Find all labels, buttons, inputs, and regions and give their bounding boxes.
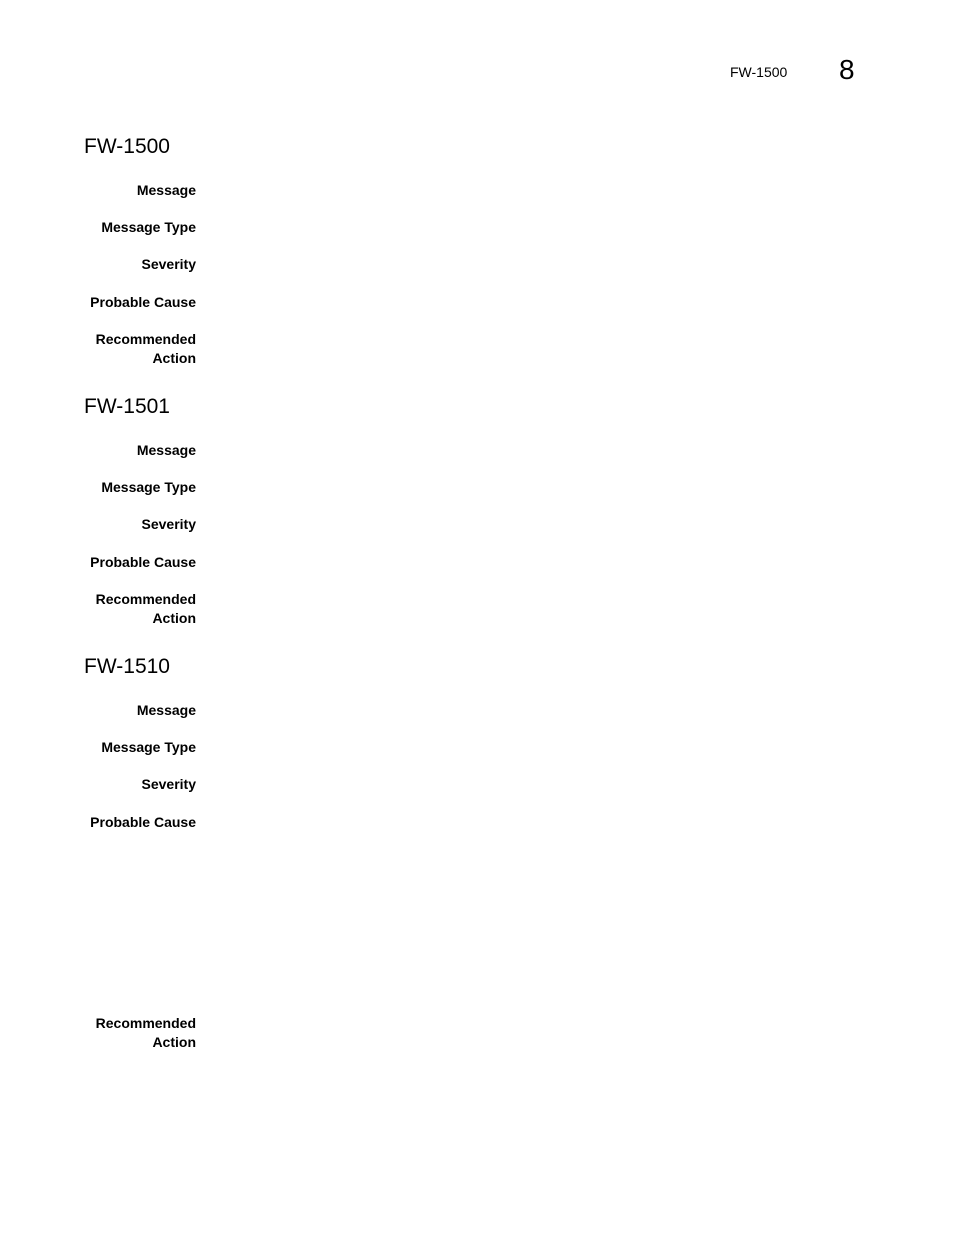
field-label-probable-cause: Probable Cause (90, 814, 196, 830)
field-label-message: Message (136, 442, 196, 458)
field-label-message: Message (136, 182, 196, 198)
field-label-recommended-action: Recommended Action (84, 330, 196, 368)
field-label-recommended-action: Recommended Action (84, 590, 196, 628)
field-label-severity: Severity (141, 516, 196, 532)
section-title: FW-1501 (84, 395, 170, 418)
field-label-message-type: Message Type (101, 219, 196, 235)
label-line: Action (152, 1034, 196, 1050)
field-label-severity: Severity (141, 256, 196, 272)
field-label-probable-cause: Probable Cause (90, 554, 196, 570)
message-section: FW-1500 Message Message Type Severity Pr… (84, 134, 884, 366)
section-title: FW-1500 (84, 135, 170, 158)
label-line: Recommended (95, 331, 196, 347)
chapter-number: 8 (839, 54, 855, 85)
field-label-message-type: Message Type (101, 479, 196, 495)
label-line: Recommended (95, 1015, 196, 1031)
label-line: Action (152, 350, 196, 366)
field-label-message-type: Message Type (101, 739, 196, 755)
message-section: FW-1510 Message Message Type Severity Pr… (84, 654, 884, 1050)
running-header-title: FW-1500 (730, 64, 788, 80)
label-line: Action (152, 610, 196, 626)
section-title: FW-1510 (84, 655, 170, 678)
label-line: Recommended (95, 591, 196, 607)
message-section: FW-1501 Message Message Type Severity Pr… (84, 394, 884, 626)
field-label-recommended-action: Recommended Action (84, 1014, 196, 1052)
field-label-severity: Severity (141, 776, 196, 792)
field-label-message: Message (136, 702, 196, 718)
field-label-probable-cause: Probable Cause (90, 294, 196, 310)
